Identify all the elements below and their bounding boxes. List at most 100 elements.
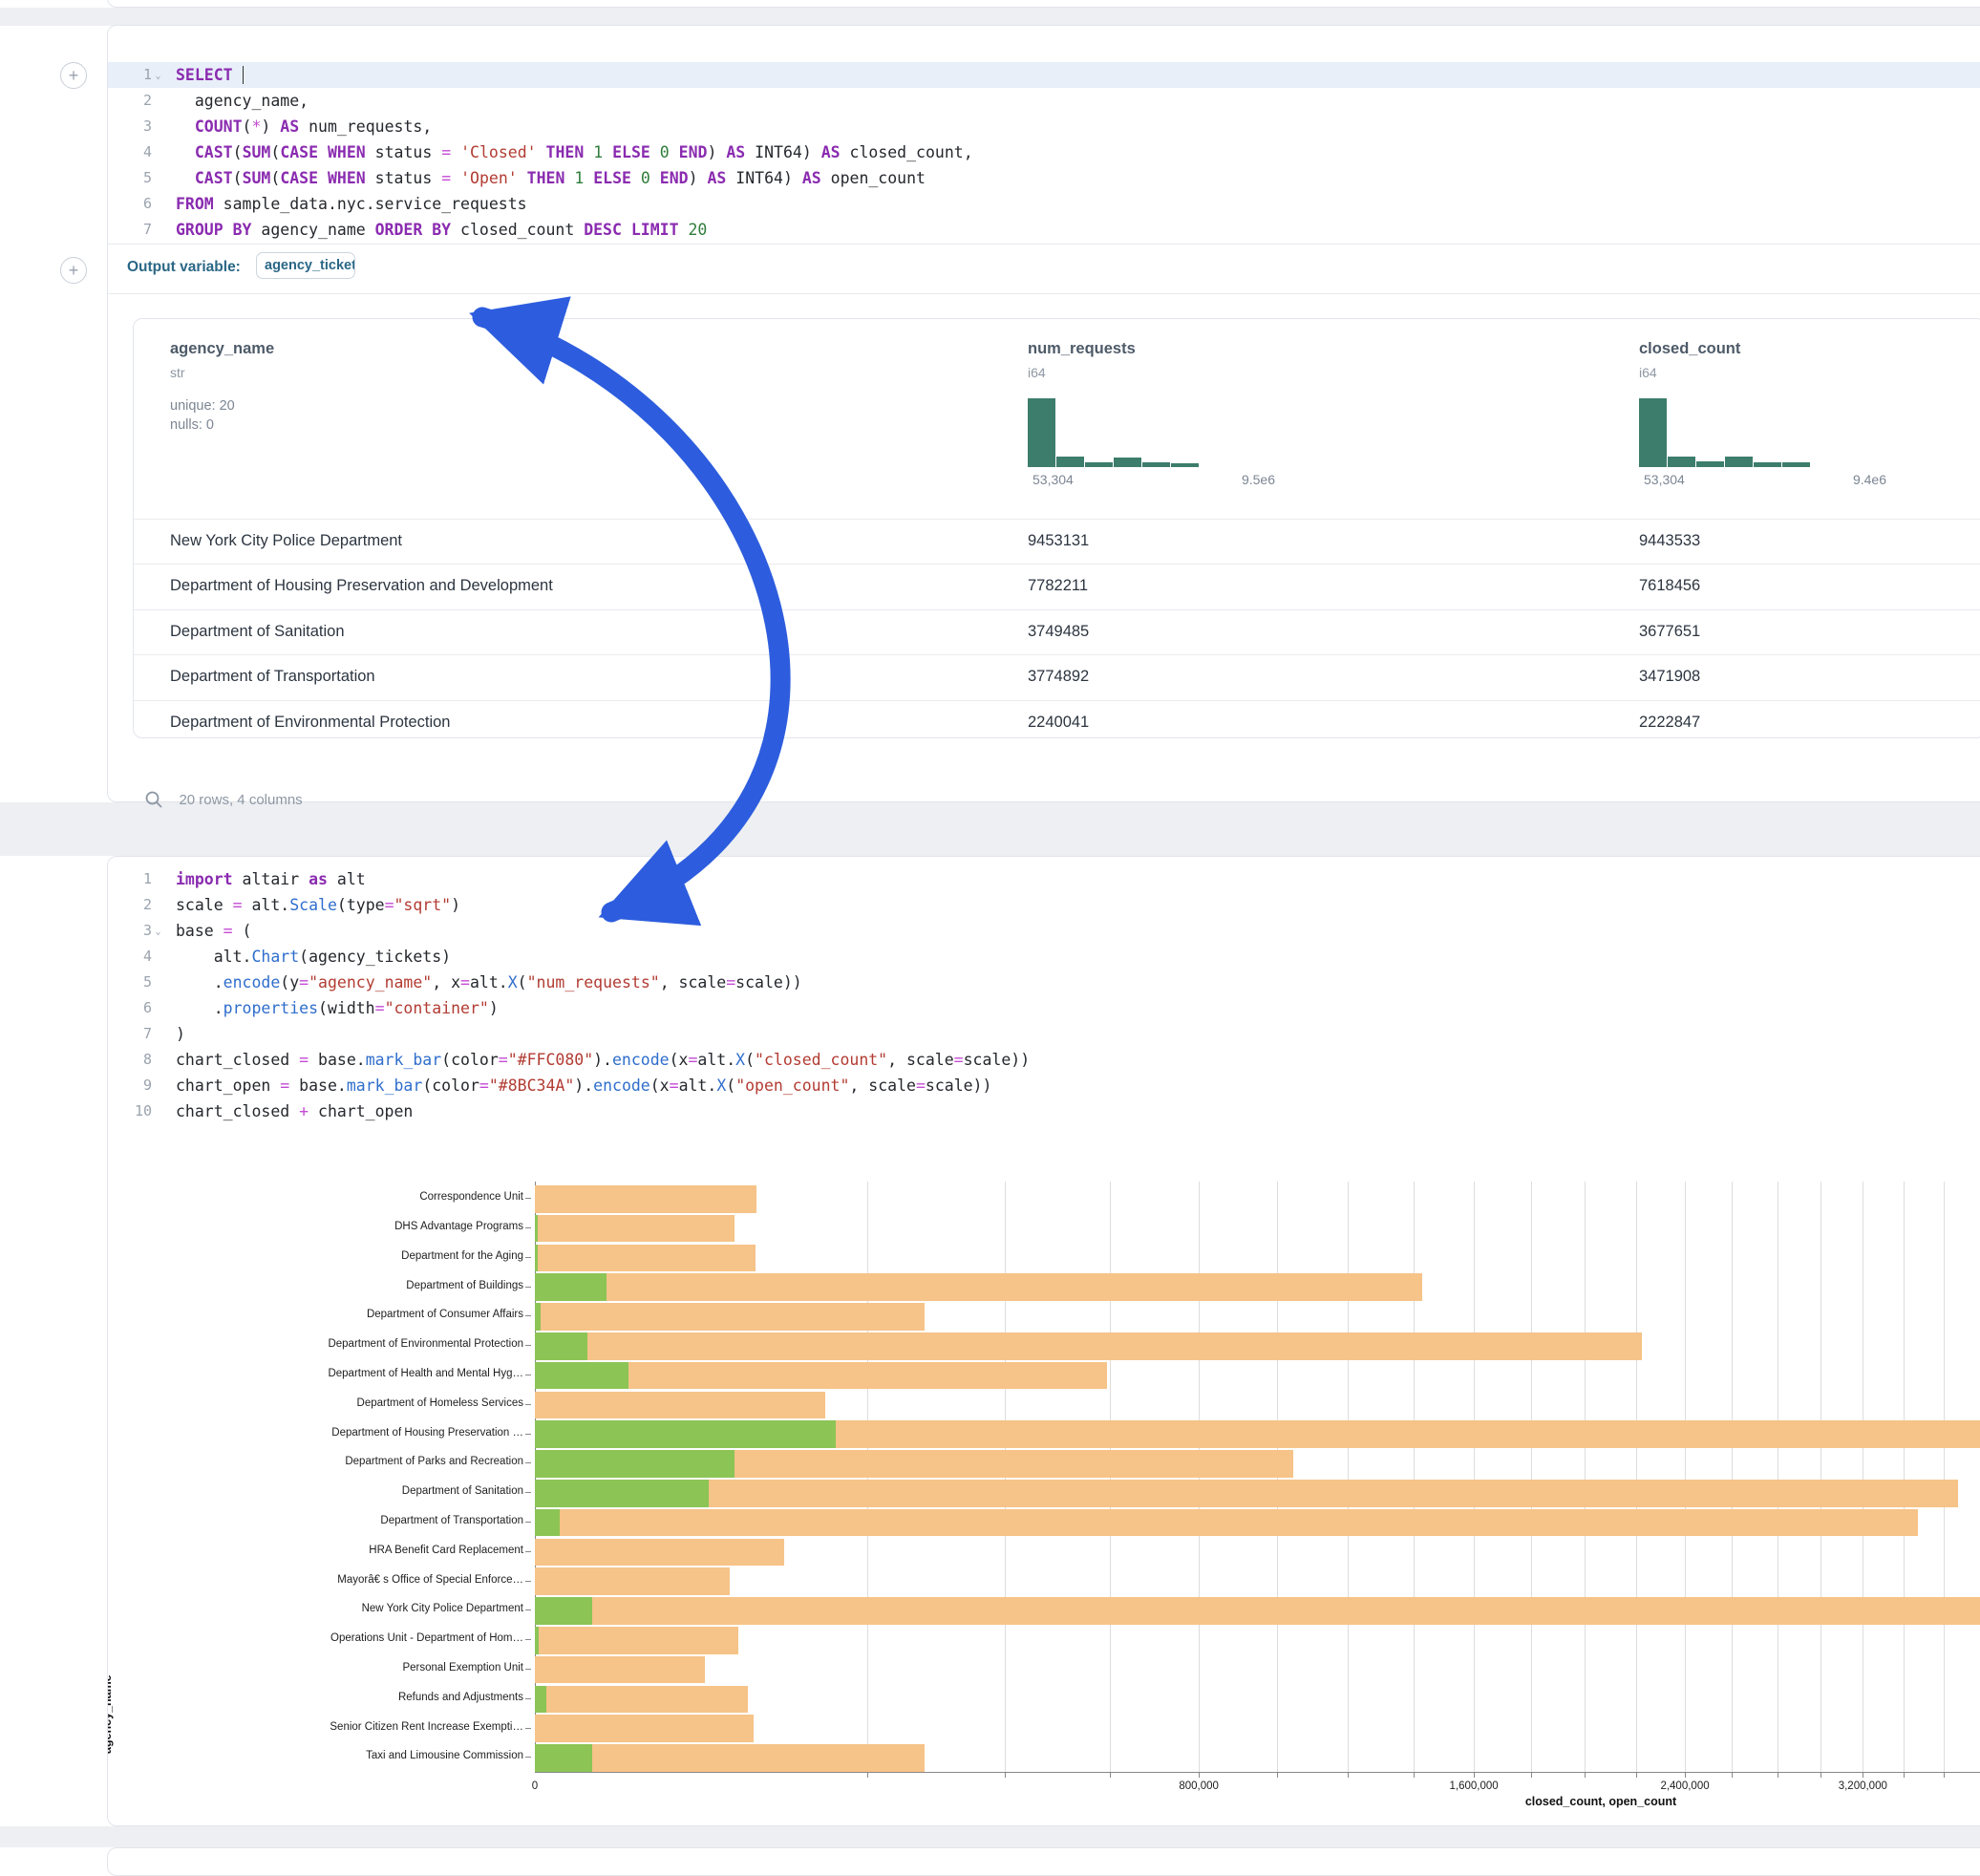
python-line-1[interactable]: 1import altair as alt — [108, 866, 1980, 892]
sql-line-4[interactable]: 4 CAST(SUM(CASE WHEN status = 'Closed' T… — [108, 139, 1980, 165]
gridline — [1531, 1182, 1532, 1772]
python-line-4[interactable]: 4 alt.Chart(agency_tickets) — [108, 944, 1980, 970]
sql-code-editor[interactable]: 1⌄SELECT 2 agency_name,3 COUNT(*) AS num… — [108, 62, 1980, 243]
gridline — [1944, 1182, 1945, 1772]
python-line-9[interactable]: 9chart_open = base.mark_bar(color="#8BC3… — [108, 1073, 1980, 1098]
open-count-bar — [535, 1744, 592, 1772]
x-axis-label: 800,000 — [1179, 1780, 1219, 1792]
add-cell-button-top[interactable]: + — [60, 62, 87, 89]
python-line-5[interactable]: 5 .encode(y="agency_name", x=alt.X("num_… — [108, 970, 1980, 995]
y-axis-tick — [525, 1287, 531, 1288]
fold-spacer — [152, 217, 164, 243]
next-cell-fragment — [107, 1847, 1980, 1876]
y-axis-tick — [525, 1315, 531, 1316]
code-text: ) — [164, 1021, 185, 1047]
y-axis-tick — [525, 1522, 531, 1523]
sql-cell-card: 1⌄SELECT 2 agency_name,3 COUNT(*) AS num… — [107, 25, 1980, 802]
fold-spacer — [152, 995, 164, 1021]
y-axis-tick — [525, 1639, 531, 1640]
sql-line-7[interactable]: 7GROUP BY agency_name ORDER BY closed_co… — [108, 217, 1980, 243]
fold-chevron-icon[interactable]: ⌄ — [152, 918, 164, 944]
code-text: base = ( — [164, 918, 251, 944]
fold-chevron-icon[interactable]: ⌄ — [152, 62, 164, 88]
table-row[interactable]: Department of Sanitation37494853677651 — [134, 609, 1980, 656]
fold-spacer — [152, 866, 164, 892]
line-number: 3 — [108, 918, 152, 944]
category-label: Mayorâ€ s Office of Special Enforce… — [216, 1574, 523, 1586]
fold-spacer — [152, 114, 164, 139]
x-axis-tick — [1585, 1773, 1586, 1778]
gridline — [1904, 1182, 1905, 1772]
line-number: 4 — [108, 139, 152, 165]
category-label: Department of Sanitation — [216, 1485, 523, 1497]
open-count-bar — [535, 1362, 628, 1390]
open-count-bar — [535, 1273, 607, 1301]
fold-spacer — [152, 139, 164, 165]
x-axis-tick — [1636, 1773, 1637, 1778]
closed-count-bar — [535, 1744, 925, 1772]
category-label: Senior Citizen Rent Increase Exempti… — [216, 1721, 523, 1733]
x-axis-tick — [1820, 1773, 1821, 1778]
closed-count-cell: 2222847 — [1639, 714, 1700, 732]
category-label: Department of Health and Mental Hyg… — [216, 1368, 523, 1379]
sql-line-6[interactable]: 6FROM sample_data.nyc.service_requests — [108, 191, 1980, 217]
table-row[interactable]: New York City Police Department945313194… — [134, 519, 1980, 565]
x-axis-tick — [1904, 1773, 1905, 1778]
code-text: alt.Chart(agency_tickets) — [164, 944, 451, 970]
add-cell-button-mid[interactable]: + — [60, 257, 87, 284]
code-text: scale = alt.Scale(type="sqrt") — [164, 892, 460, 918]
gridline — [1732, 1182, 1733, 1772]
sql-line-3[interactable]: 3 COUNT(*) AS num_requests, — [108, 114, 1980, 139]
open-count-bar — [535, 1686, 546, 1714]
open-count-bar — [535, 1509, 560, 1537]
line-number: 9 — [108, 1073, 152, 1098]
y-axis-tick — [525, 1581, 531, 1582]
output-variable-chip[interactable]: agency_tickets — [256, 252, 355, 279]
gridline — [1348, 1182, 1349, 1772]
python-line-6[interactable]: 6 .properties(width="container") — [108, 995, 1980, 1021]
num-requests-cell: 7782211 — [1028, 577, 1088, 595]
python-line-10[interactable]: 10chart_closed + chart_open — [108, 1098, 1980, 1124]
x-axis-tick — [1110, 1773, 1111, 1778]
y-axis-tick — [525, 1198, 531, 1199]
line-number: 7 — [108, 1021, 152, 1047]
line-number: 2 — [108, 892, 152, 918]
line-number: 4 — [108, 944, 152, 970]
x-axis-tick — [1944, 1773, 1945, 1778]
sql-line-1[interactable]: 1⌄SELECT — [108, 62, 1980, 88]
fold-spacer — [152, 165, 164, 191]
python-line-2[interactable]: 2 scale = alt.Scale(type="sqrt") — [108, 892, 1980, 918]
python-cell-card: 1import altair as alt2 scale = alt.Scale(… — [107, 856, 1980, 1826]
agency-name-cell: Department of Environmental Protection — [170, 714, 450, 732]
python-line-8[interactable]: 8chart_closed = base.mark_bar(color="#FF… — [108, 1047, 1980, 1073]
closed-count-cell: 3471908 — [1639, 668, 1700, 686]
category-label: New York City Police Department — [216, 1603, 523, 1614]
agency-name-cell: Department of Sanitation — [170, 623, 345, 641]
fold-spacer — [152, 191, 164, 217]
line-number: 10 — [108, 1098, 152, 1124]
python-line-7[interactable]: 7) — [108, 1021, 1980, 1047]
table-row[interactable]: Department of Housing Preservation and D… — [134, 564, 1980, 610]
python-code-editor[interactable]: 1import altair as alt2 scale = alt.Scale(… — [108, 866, 1980, 1124]
output-variable-label: Output variable: — [127, 259, 241, 276]
sql-line-5[interactable]: 5 CAST(SUM(CASE WHEN status = 'Open' THE… — [108, 165, 1980, 191]
sql-line-2[interactable]: 2 agency_name, — [108, 88, 1980, 114]
table-row[interactable]: Department of Environmental Protection 22… — [134, 700, 1980, 747]
code-text: CAST(SUM(CASE WHEN status = 'Open' THEN … — [164, 165, 926, 191]
search-icon[interactable] — [144, 790, 163, 809]
closed-count-bar — [535, 1392, 825, 1419]
line-number: 2 — [108, 88, 152, 114]
python-line-3[interactable]: 3⌄base = ( — [108, 918, 1980, 944]
fold-spacer — [152, 1021, 164, 1047]
open-count-bar — [535, 1245, 538, 1272]
closed-count-bar — [535, 1509, 1918, 1537]
text-cursor — [243, 66, 245, 84]
table-row[interactable]: Department of Transportation377489234719… — [134, 654, 1980, 701]
agency-name-cell: Department of Housing Preservation and D… — [170, 577, 553, 595]
category-label: DHS Advantage Programs — [216, 1221, 523, 1232]
category-label: Operations Unit - Department of Hom… — [216, 1632, 523, 1644]
code-text: CAST(SUM(CASE WHEN status = 'Closed' THE… — [164, 139, 973, 165]
line-number: 6 — [108, 995, 152, 1021]
agency-name-cell: New York City Police Department — [170, 532, 402, 550]
fold-spacer — [152, 970, 164, 995]
